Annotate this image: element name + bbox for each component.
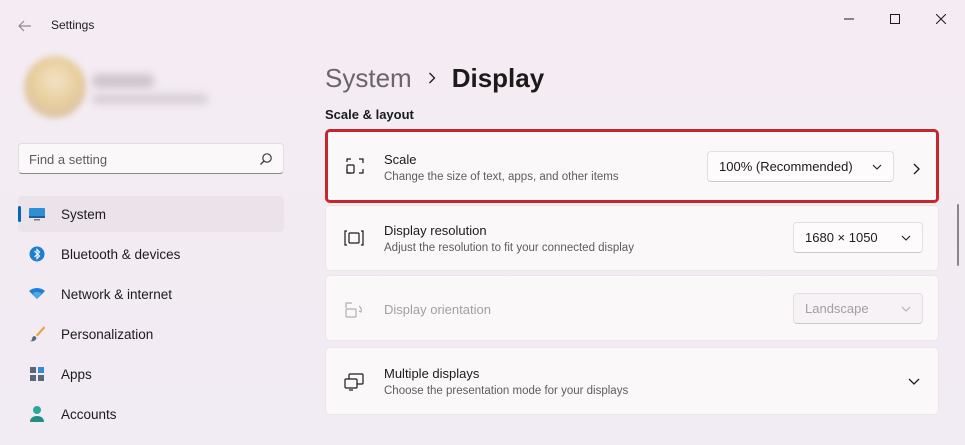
orientation-card: Display orientation Landscape [325,275,939,341]
back-arrow-icon [18,20,31,32]
chevron-down-icon[interactable] [907,376,921,388]
page-title: Display [451,62,545,93]
minimize-icon [844,18,854,20]
resolution-description: Adjust the resolution to fit your connec… [384,242,634,254]
scale-dropdown[interactable]: 100% (Recommended) [707,151,894,182]
person-icon [28,405,46,423]
sidebar-item-label: Personalization [61,327,154,342]
search-input[interactable]: Find a setting [29,152,107,167]
sidebar-item-label: Accounts [61,407,117,422]
sidebar-item-network[interactable]: Network & internet [18,276,284,312]
title-bar: Settings [0,0,965,50]
sidebar-item-label: Network & internet [61,287,173,302]
maximize-button[interactable] [872,4,918,34]
resolution-icon [344,230,364,246]
search-box[interactable]: Find a setting [18,143,284,174]
user-profile[interactable] [18,54,288,124]
minimize-button[interactable] [826,4,872,34]
scale-title: Scale [384,152,417,167]
close-button[interactable] [918,4,964,34]
section-title: Scale & layout [325,107,414,122]
sidebar-item-bluetooth[interactable]: Bluetooth & devices [18,236,284,272]
bluetooth-icon [28,245,46,263]
sidebar-item-apps[interactable]: Apps [18,356,284,392]
monitor-icon [28,205,46,223]
sidebar-item-label: System [61,207,107,222]
orientation-dropdown-value: Landscape [805,301,869,316]
chevron-down-icon [901,306,911,312]
close-icon [936,14,946,24]
chevron-right-icon[interactable] [910,162,922,176]
sidebar-item-accounts[interactable]: Accounts [18,396,284,432]
scale-description: Change the size of text, apps, and other… [384,171,619,183]
multiple-displays-title: Multiple displays [384,366,480,381]
profile-name-blurred [92,74,154,88]
sidebar-item-label: Apps [61,367,92,382]
avatar [24,56,86,118]
multiple-displays-description: Choose the presentation mode for your di… [384,385,629,397]
sidebar-item-personalization[interactable]: Personalization [18,316,284,352]
orientation-icon [345,302,362,318]
active-indicator [18,206,21,222]
brush-icon [28,325,46,343]
apps-icon [28,365,46,383]
search-icon[interactable] [259,152,273,166]
resolution-title: Display resolution [384,223,487,238]
sidebar-item-label: Bluetooth & devices [61,247,181,262]
back-button[interactable] [12,14,38,38]
breadcrumb-parent[interactable]: System [325,63,412,94]
profile-email-blurred [92,94,208,104]
chevron-down-icon [872,164,882,170]
chevron-right-icon [428,72,436,84]
sidebar-nav: System Bluetooth & devices Network & int… [18,196,284,436]
orientation-dropdown[interactable]: Landscape [793,293,923,324]
chevron-down-icon [901,235,911,241]
scale-icon [346,158,364,174]
resolution-dropdown-value: 1680 × 1050 [805,230,878,245]
resolution-dropdown[interactable]: 1680 × 1050 [793,222,923,253]
scale-card[interactable]: Scale Change the size of text, apps, and… [325,129,939,203]
multiple-displays-card[interactable]: Multiple displays Choose the presentatio… [325,347,939,415]
maximize-icon [890,14,900,24]
wifi-icon [28,285,46,303]
settings-window: Settings Find a setting System Bluetooth… [0,0,965,445]
scale-dropdown-value: 100% (Recommended) [719,159,853,174]
app-title: Settings [51,18,95,32]
scrollbar[interactable] [957,204,959,266]
multiple-displays-icon [344,373,364,391]
resolution-card: Display resolution Adjust the resolution… [325,205,939,271]
orientation-title: Display orientation [384,302,491,317]
sidebar-item-system[interactable]: System [18,196,284,232]
breadcrumb: System Display [325,60,544,96]
